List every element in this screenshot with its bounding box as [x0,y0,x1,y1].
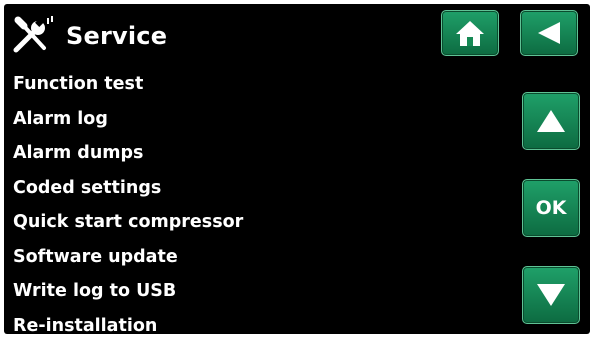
scroll-down-button[interactable] [522,266,580,324]
service-tools-icon [10,12,56,58]
back-button[interactable] [520,10,578,56]
menu-item-alarm-log[interactable]: Alarm log [13,105,433,140]
back-arrow-icon [538,22,560,44]
menu-item-software-update[interactable]: Software update [13,243,433,278]
up-arrow-icon [537,110,565,132]
down-arrow-icon [537,284,565,306]
home-button[interactable] [441,10,499,56]
service-screen: Service Function test Alarm log Alarm du… [4,4,590,334]
menu-item-re-installation[interactable]: Re-installation [13,312,433,335]
menu-item-alarm-dumps[interactable]: Alarm dumps [13,139,433,174]
service-menu: Function test Alarm log Alarm dumps Code… [13,70,433,334]
menu-item-coded-settings[interactable]: Coded settings [13,174,433,209]
menu-item-write-log-to-usb[interactable]: Write log to USB [13,277,433,312]
home-icon [456,21,484,46]
ok-button[interactable]: OK [522,179,580,237]
scroll-up-button[interactable] [522,92,580,150]
menu-item-quick-start-compressor[interactable]: Quick start compressor [13,208,433,243]
page-title: Service [66,22,168,50]
menu-item-function-test[interactable]: Function test [13,70,433,105]
